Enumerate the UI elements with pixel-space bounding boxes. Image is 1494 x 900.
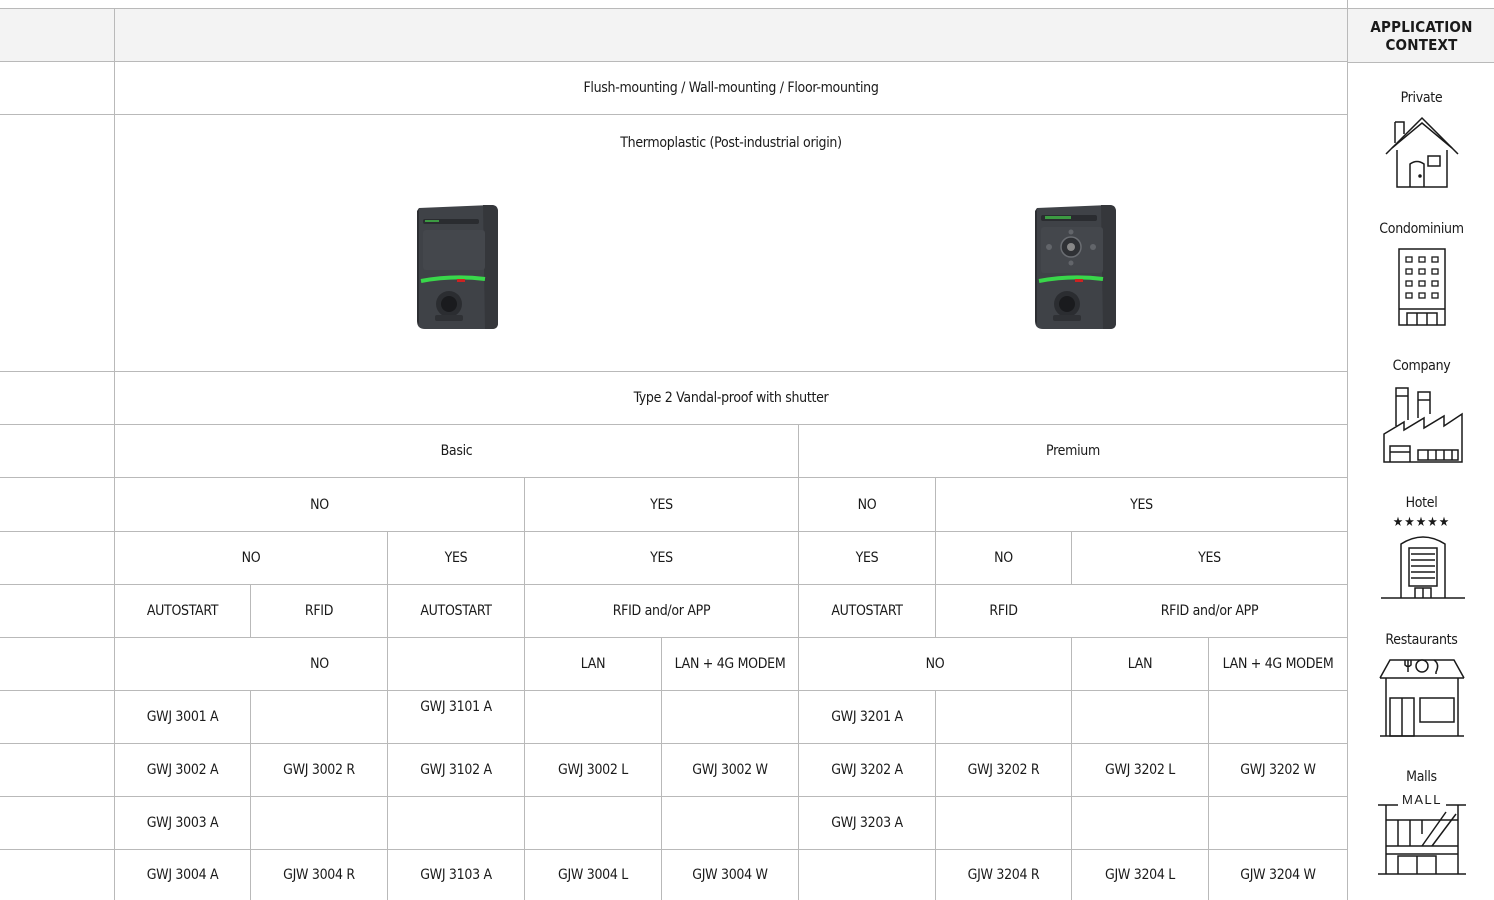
row6-cell: YES (1198, 550, 1221, 566)
apartment-building-icon (1397, 247, 1447, 327)
row8-cell: LAN + 4G MODEM (674, 656, 786, 672)
row7-cell: AUTOSTART (420, 603, 492, 619)
row7-cell: AUTOSTART (146, 603, 219, 619)
product-code: GWJ 3004 A (146, 867, 219, 883)
product-code: GJW 3004 R (283, 867, 355, 883)
row7-cell: AUTOSTART (831, 603, 903, 619)
table-header-row (0, 8, 1347, 61)
row5-cell: NO (310, 496, 329, 513)
restaurant-icon (1376, 654, 1468, 738)
row7-cell: RFID and/or APP (612, 603, 711, 619)
product-code: GWJ 3002 R (283, 762, 355, 778)
product-code: GWJ 3102 A (420, 762, 492, 778)
product-code (525, 691, 661, 743)
context-label-private: Private (1400, 90, 1443, 106)
product-code: GWJ 3002 L (558, 762, 628, 778)
product-code: GWJ 3203 A (831, 815, 903, 831)
row8-cell: LAN (1127, 656, 1153, 672)
row6-cell: YES (444, 550, 468, 566)
product-code: GJW 3004 L (558, 867, 628, 883)
product-code (936, 691, 1071, 743)
product-code: GWJ 3202 A (831, 762, 903, 778)
product-code (1209, 797, 1347, 849)
charger-premium-image (1031, 205, 1117, 334)
row8-cell: NO (310, 656, 329, 672)
context-label-malls: Malls (1406, 769, 1437, 785)
hotel-stars: ★★★★★ (1392, 515, 1451, 530)
product-code: GWJ 3003 A (146, 815, 219, 831)
row8-cell: LAN (580, 656, 606, 672)
product-code (662, 797, 798, 849)
product-code (662, 691, 798, 743)
row5-cell: YES (1130, 496, 1153, 513)
mall-sign-text: MALL (1402, 792, 1442, 807)
house-icon (1383, 114, 1461, 190)
product-code: GWJ 3202 R (967, 762, 1040, 778)
factory-icon (1382, 384, 1464, 464)
row7-cell: RFID and/or APP (1160, 603, 1259, 619)
charger-basic-image (413, 205, 499, 334)
product-code: GWJ 3001 A (146, 709, 219, 725)
row6-cell: NO (994, 550, 1013, 566)
product-code: GWJ 3002 A (146, 762, 219, 778)
row6-cell: YES (855, 550, 879, 566)
mounting-cell: Flush-mounting / Wall-mounting / Floor-m… (583, 80, 879, 96)
mall-icon: MALL (1376, 790, 1468, 878)
product-code: GWJ 3101 A (420, 699, 492, 715)
product-table: Flush-mounting / Wall-mounting / Floor-m… (0, 0, 1347, 900)
row6-cell: NO (241, 550, 261, 566)
product-code (1072, 797, 1208, 849)
product-code (251, 691, 387, 743)
product-code: GWJ 3103 A (420, 867, 492, 883)
row8-cell: LAN + 4G MODEM (1222, 656, 1334, 672)
application-context-title: APPLICATION CONTEXT (1348, 8, 1494, 63)
material-cell: Thermoplastic (Post-industrial origin) (620, 135, 842, 151)
product-code (388, 797, 524, 849)
socket-cell: Type 2 Vandal-proof with shutter (633, 390, 829, 406)
application-context-column: APPLICATION CONTEXT Private Condominium (1347, 0, 1494, 900)
row5-cell: YES (650, 496, 673, 513)
product-code: GWJ 3201 A (831, 709, 903, 725)
row7-cell: RFID (304, 603, 334, 619)
row7-cell: RFID (989, 603, 1018, 619)
context-label-hotel: Hotel (1405, 495, 1438, 511)
product-code: GWJ 3202 W (1240, 762, 1316, 778)
context-label-condominium: Condominium (1379, 221, 1464, 237)
product-code (525, 797, 661, 849)
product-code (1209, 691, 1347, 743)
product-code (799, 850, 935, 900)
product-code: GJW 3204 L (1105, 867, 1175, 883)
hotel-icon (1381, 532, 1465, 600)
product-code: GJW 3204 R (967, 867, 1040, 883)
row8-cell: NO (925, 656, 945, 672)
product-code (1072, 691, 1208, 743)
product-code (251, 797, 387, 849)
version-basic: Basic (440, 443, 473, 459)
product-code: GJW 3204 W (1240, 867, 1316, 883)
product-code: GWJ 3202 L (1105, 762, 1175, 778)
product-code: GJW 3004 W (692, 867, 768, 883)
product-code: GWJ 3002 W (692, 762, 768, 778)
version-premium: Premium (1046, 443, 1100, 459)
row5-cell: NO (857, 496, 877, 513)
row6-cell: YES (650, 550, 673, 566)
product-code (936, 797, 1071, 849)
context-label-restaurants: Restaurants (1385, 632, 1458, 648)
context-label-company: Company (1392, 358, 1451, 374)
